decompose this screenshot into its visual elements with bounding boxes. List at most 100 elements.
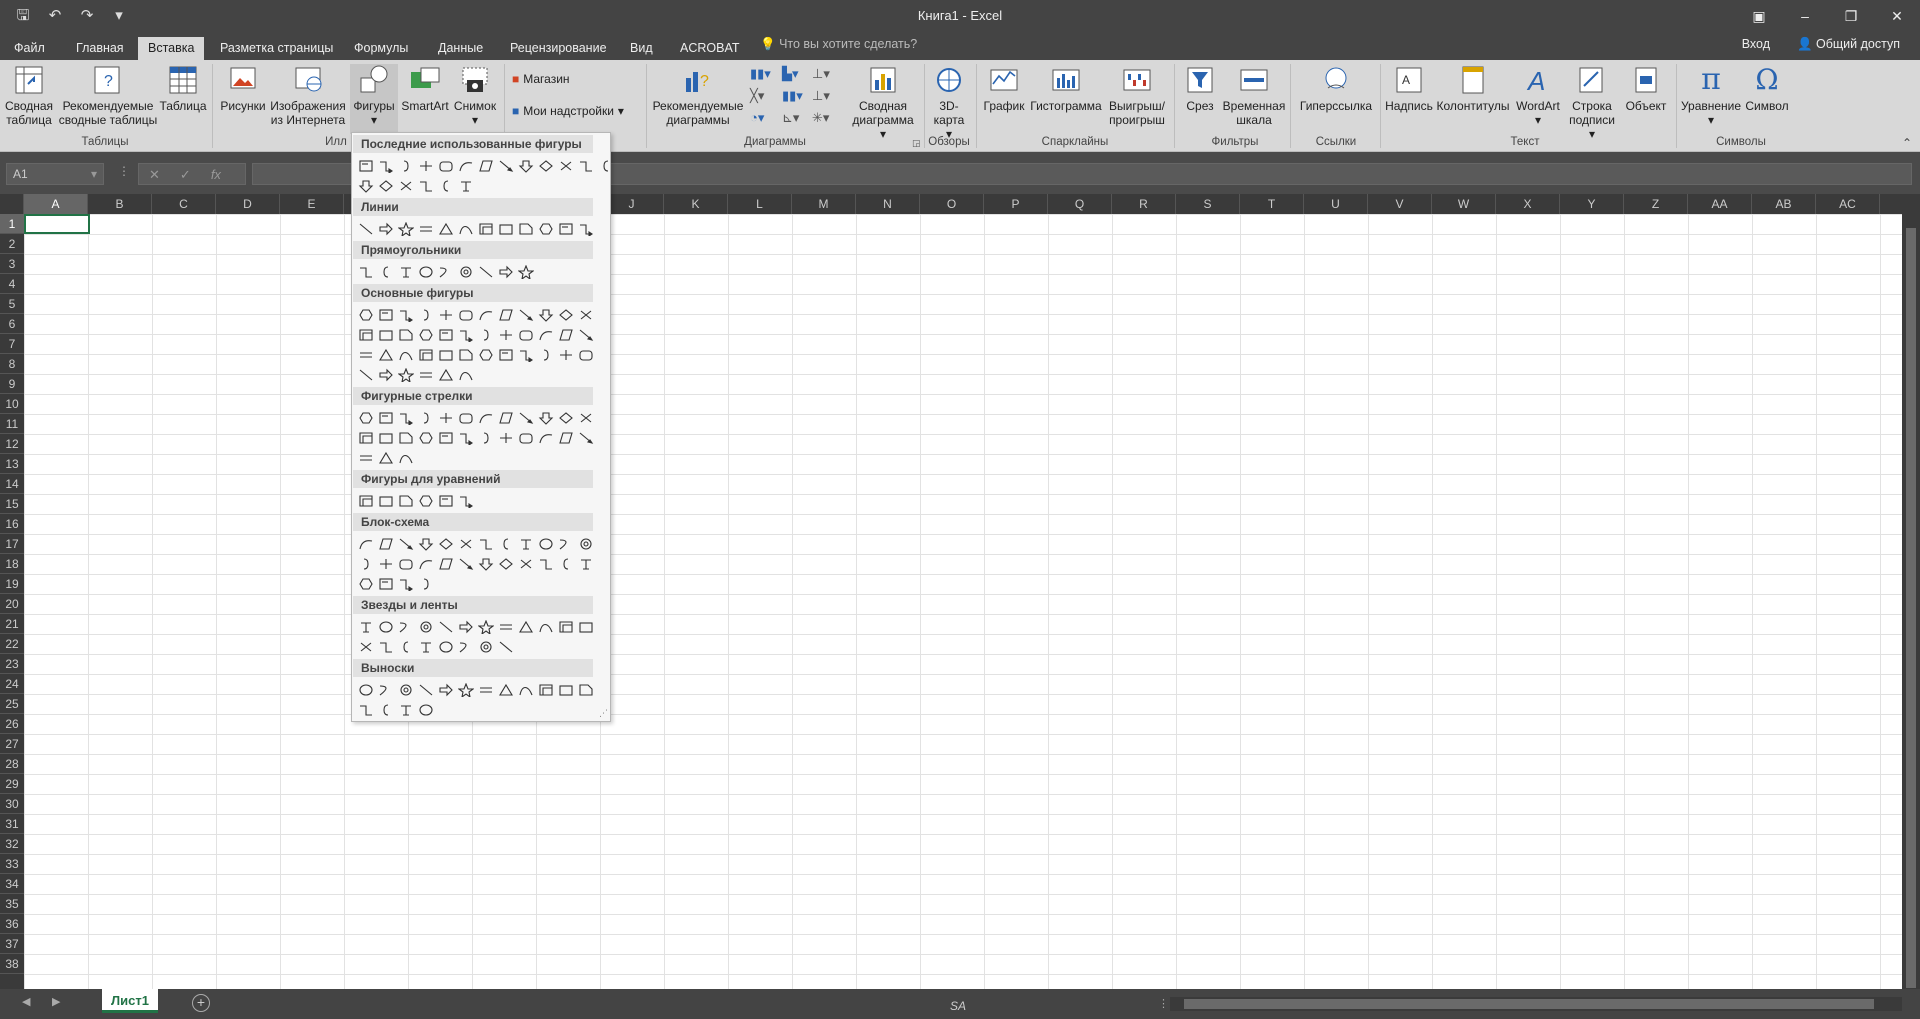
- sparkline-line-button[interactable]: График: [980, 64, 1028, 113]
- shape-option-icon[interactable]: [416, 325, 436, 345]
- shape-option-icon[interactable]: [496, 305, 516, 325]
- column-header[interactable]: R: [1112, 194, 1176, 214]
- column-header[interactable]: O: [920, 194, 984, 214]
- shape-option-icon[interactable]: [456, 554, 476, 574]
- shape-option-icon[interactable]: [556, 219, 576, 239]
- row-header[interactable]: 10: [0, 394, 24, 414]
- horizontal-scrollbar[interactable]: [1170, 997, 1902, 1011]
- shape-option-icon[interactable]: [356, 617, 376, 637]
- shape-option-icon[interactable]: [556, 345, 576, 365]
- row-header[interactable]: 26: [0, 714, 24, 734]
- shape-option-icon[interactable]: [516, 408, 536, 428]
- shape-option-icon[interactable]: [516, 534, 536, 554]
- shape-option-icon[interactable]: [356, 448, 376, 468]
- column-chart-icon[interactable]: ▮▮▾: [750, 66, 771, 82]
- resize-grip-icon[interactable]: ⋰: [599, 708, 608, 719]
- shape-option-icon[interactable]: [516, 325, 536, 345]
- shape-option-icon[interactable]: [416, 156, 436, 176]
- shape-option-icon[interactable]: [376, 617, 396, 637]
- shape-option-icon[interactable]: [456, 617, 476, 637]
- shape-option-icon[interactable]: [396, 408, 416, 428]
- row-header[interactable]: 36: [0, 914, 24, 934]
- shape-option-icon[interactable]: [496, 408, 516, 428]
- shape-option-icon[interactable]: [556, 305, 576, 325]
- shape-option-icon[interactable]: [516, 305, 536, 325]
- recommended-pivot-button[interactable]: ? Рекомендуемые сводные таблицы: [58, 64, 158, 127]
- row-header[interactable]: 24: [0, 674, 24, 694]
- shape-option-icon[interactable]: [436, 554, 456, 574]
- equation-button[interactable]: π Уравнение ▾: [1680, 64, 1742, 128]
- row-header[interactable]: 21: [0, 614, 24, 634]
- shape-option-icon[interactable]: [396, 176, 416, 196]
- collapse-ribbon-icon[interactable]: ⌃: [1902, 136, 1912, 150]
- tab-review[interactable]: Рецензирование: [500, 37, 617, 60]
- shapes-button[interactable]: Фигуры ▾: [350, 64, 398, 134]
- minimize-icon[interactable]: –: [1782, 0, 1828, 32]
- add-sheet-icon[interactable]: +: [192, 994, 210, 1012]
- shape-option-icon[interactable]: [556, 408, 576, 428]
- store-button[interactable]: ■ Магазин: [512, 72, 570, 86]
- shape-option-icon[interactable]: [456, 408, 476, 428]
- scroll-left-icon[interactable]: ◀: [22, 995, 30, 1008]
- row-header[interactable]: 35: [0, 894, 24, 914]
- shape-option-icon[interactable]: [576, 680, 596, 700]
- shape-option-icon[interactable]: [536, 156, 556, 176]
- shape-option-icon[interactable]: [576, 325, 596, 345]
- shape-option-icon[interactable]: [436, 305, 456, 325]
- shape-option-icon[interactable]: [516, 617, 536, 637]
- shape-option-icon[interactable]: [496, 617, 516, 637]
- shape-option-icon[interactable]: [356, 305, 376, 325]
- restore-icon[interactable]: ❐: [1828, 0, 1874, 32]
- shape-option-icon[interactable]: [376, 262, 396, 282]
- shape-option-icon[interactable]: [376, 365, 396, 385]
- sheet-tab[interactable]: Лист1: [102, 989, 158, 1013]
- shape-option-icon[interactable]: [476, 617, 496, 637]
- shape-option-icon[interactable]: [436, 534, 456, 554]
- shape-option-icon[interactable]: [556, 534, 576, 554]
- shape-option-icon[interactable]: [396, 428, 416, 448]
- horizontal-scroll-options[interactable]: ⋮: [1158, 997, 1169, 1010]
- shape-option-icon[interactable]: [576, 345, 596, 365]
- scroll-thumb[interactable]: [1906, 228, 1916, 988]
- shape-option-icon[interactable]: [416, 176, 436, 196]
- wordart-button[interactable]: A WordArt ▾: [1512, 64, 1564, 127]
- scatter-chart-icon[interactable]: ✳▾: [812, 110, 829, 126]
- shape-option-icon[interactable]: [516, 554, 536, 574]
- column-header[interactable]: V: [1368, 194, 1432, 214]
- column-header[interactable]: T: [1240, 194, 1304, 214]
- shape-option-icon[interactable]: [536, 305, 556, 325]
- tab-view[interactable]: Вид: [620, 37, 663, 60]
- hyperlink-button[interactable]: Гиперссылка: [1294, 64, 1378, 113]
- pictures-button[interactable]: Рисунки: [216, 64, 270, 113]
- shape-option-icon[interactable]: [536, 219, 556, 239]
- shape-option-icon[interactable]: [536, 554, 556, 574]
- shape-option-icon[interactable]: [396, 365, 416, 385]
- close-icon[interactable]: ✕: [1874, 0, 1920, 32]
- enter-icon[interactable]: ✓: [180, 167, 191, 182]
- shape-option-icon[interactable]: [556, 428, 576, 448]
- tab-data[interactable]: Данные: [428, 37, 493, 60]
- shape-option-icon[interactable]: [396, 491, 416, 511]
- shape-option-icon[interactable]: [356, 325, 376, 345]
- shape-option-icon[interactable]: [556, 156, 576, 176]
- shape-option-icon[interactable]: [576, 305, 596, 325]
- shape-option-icon[interactable]: [516, 262, 536, 282]
- hierarchy-chart-icon[interactable]: ▙▾: [782, 66, 799, 82]
- shape-option-icon[interactable]: [456, 325, 476, 345]
- row-header[interactable]: 32: [0, 834, 24, 854]
- shape-option-icon[interactable]: [416, 491, 436, 511]
- column-header[interactable]: M: [792, 194, 856, 214]
- shape-option-icon[interactable]: [456, 534, 476, 554]
- header-footer-button[interactable]: Колонтитулы: [1434, 64, 1512, 113]
- row-header[interactable]: 5: [0, 294, 24, 314]
- shape-option-icon[interactable]: [516, 345, 536, 365]
- shape-option-icon[interactable]: [476, 262, 496, 282]
- shape-option-icon[interactable]: [376, 305, 396, 325]
- row-header[interactable]: 9: [0, 374, 24, 394]
- active-cell[interactable]: [24, 214, 90, 234]
- shape-option-icon[interactable]: [576, 156, 596, 176]
- shape-option-icon[interactable]: [356, 574, 376, 594]
- shape-option-icon[interactable]: [476, 534, 496, 554]
- shape-option-icon[interactable]: [436, 491, 456, 511]
- textbox-button[interactable]: A Надпись: [1384, 64, 1434, 113]
